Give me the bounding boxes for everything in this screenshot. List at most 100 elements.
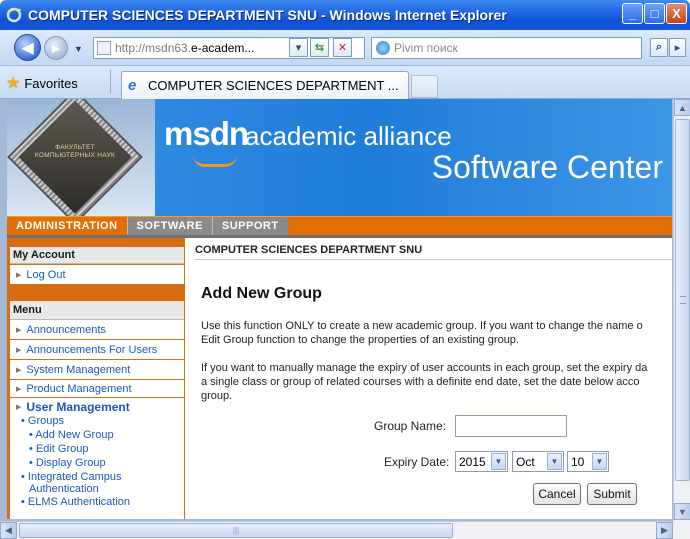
swoosh-icon (193, 155, 237, 167)
stop-button[interactable]: ✕ (333, 38, 352, 57)
refresh-button[interactable]: ⇆ (310, 38, 329, 57)
intro-text-line1: Use this function ONLY to create a new a… (201, 320, 643, 332)
user-management-label: User Management (26, 400, 130, 414)
tab-title: COMPUTER SCIENCES DEPARTMENT ... (148, 78, 399, 93)
web-page: ФАКУЛЬТЕТ КОМПЬЮТЕРНЫХ НАУК msdn academi… (7, 99, 672, 519)
integrated-campus-link-line2[interactable]: Authentication (16, 484, 184, 495)
expiry-date-label: Expiry Date: (384, 455, 450, 469)
add-new-group-link[interactable]: • Add New Group (16, 428, 184, 442)
favorites-button[interactable]: ★ Favorites (6, 73, 78, 93)
favorites-star-icon: ★ (6, 75, 21, 92)
logout-link[interactable]: ▶ Log Out (10, 265, 184, 284)
sidebar-item-system-management[interactable]: ▶ System Management (10, 360, 184, 379)
search-options-button[interactable]: ▸ (669, 38, 686, 57)
scroll-right-button[interactable]: ▶ (656, 522, 673, 539)
bullet-arrow-icon: ▶ (16, 404, 22, 411)
favorites-bar: ★ Favorites e COMPUTER SCIENCES DEPARTME… (0, 66, 690, 99)
expiry-text-line2: a single class or group of related cours… (201, 376, 640, 388)
sidebar-item-user-management[interactable]: ▶ User Management (16, 400, 184, 414)
my-account-header: My Account (10, 247, 184, 264)
tab-support[interactable]: SUPPORT (211, 216, 288, 236)
navigation-bar: ◀ ▶ ▼ http://msdn63. e-academ... ▾ ⇆ ✕ Pi… (0, 30, 690, 66)
integrated-campus-link[interactable]: • Integrated Campus (16, 470, 184, 484)
arrow-up-icon: ▲ (678, 102, 687, 113)
horizontal-scrollbar[interactable]: ◀ ||| ▶ (0, 521, 673, 539)
vertical-scroll-thumb[interactable] (675, 119, 690, 481)
close-button[interactable]: X (666, 3, 687, 24)
history-dropdown-icon[interactable]: ▼ (74, 44, 83, 54)
minimize-button[interactable]: _ (622, 3, 643, 24)
refresh-icon: ⇆ (314, 42, 325, 54)
forward-arrow-icon: ▶ (51, 42, 61, 55)
chevron-down-icon: ▼ (491, 453, 506, 470)
edit-group-link[interactable]: • Edit Group (16, 442, 184, 456)
address-dropdown-button[interactable]: ▾ (289, 38, 308, 57)
day-value: 10 (571, 454, 585, 469)
page-icon (97, 41, 111, 55)
group-name-input[interactable] (455, 415, 567, 437)
bullet-arrow-icon: ▶ (16, 271, 22, 279)
expiry-year-select[interactable]: 2015 ▼ (455, 451, 508, 472)
arrow-left-icon: ◀ (5, 525, 12, 535)
expiry-text-line1: If you want to manually manage the expir… (201, 362, 648, 374)
sidebar-item-label: Product Management (26, 382, 132, 395)
new-tab-button[interactable] (411, 75, 438, 98)
breadcrumb: COMPUTER SCIENCES DEPARTMENT SNU (195, 244, 672, 260)
expiry-month-select[interactable]: Oct ▼ (512, 451, 564, 472)
arrow-down-icon: ▼ (678, 506, 687, 517)
groups-link[interactable]: • Groups (16, 414, 184, 428)
stop-icon: ✕ (337, 42, 348, 54)
bullet-arrow-icon: ▶ (16, 326, 22, 334)
bullet-arrow-icon: ▶ (16, 346, 22, 354)
back-arrow-icon: ◀ (21, 39, 34, 57)
ie-logo-icon (6, 7, 22, 23)
expiry-day-select[interactable]: 10 ▼ (567, 451, 609, 472)
address-host: e-academ... (191, 41, 255, 55)
software-center-text: Software Center (431, 149, 663, 185)
back-button[interactable]: ◀ (14, 34, 41, 61)
grip-icon: ||| (232, 526, 240, 535)
horizontal-scroll-thumb[interactable]: ||| (19, 523, 453, 538)
tab-administration[interactable]: ADMINISTRATION (7, 216, 127, 236)
sidebar: My Account ▶ Log Out Menu ▶ Announcement… (7, 238, 185, 519)
page-title: Add New Group (201, 285, 322, 302)
forward-button[interactable]: ▶ (44, 36, 68, 60)
search-button[interactable]: ⌕ (650, 38, 668, 57)
sidebar-item-label: System Management (26, 363, 131, 376)
chevron-down-icon: ▼ (592, 453, 607, 470)
sidebar-item-label: Announcements (26, 323, 106, 336)
cancel-button[interactable]: Cancel (533, 483, 581, 505)
window-titlebar: COMPUTER SCIENCES DEPARTMENT SNU - Windo… (0, 0, 690, 30)
header-banner: ФАКУЛЬТЕТ КОМПЬЮТЕРНЫХ НАУК msdn academi… (7, 99, 672, 225)
grip-icon (680, 296, 686, 304)
scroll-up-button[interactable]: ▲ (674, 99, 690, 116)
scrollbar-corner (673, 521, 690, 539)
window-title: COMPUTER SCIENCES DEPARTMENT SNU - Windo… (28, 7, 507, 23)
submit-button[interactable]: Submit (587, 483, 637, 505)
tab-active[interactable]: e COMPUTER SCIENCES DEPARTMENT ... (121, 71, 409, 99)
display-group-link[interactable]: • Display Group (16, 456, 184, 470)
vertical-scrollbar[interactable]: ▲ ▼ (673, 99, 690, 521)
year-value: 2015 (459, 454, 486, 469)
bullet-arrow-icon: ▶ (16, 385, 22, 393)
sidebar-item-announcements-for-users[interactable]: ▶ Announcements For Users (10, 340, 184, 359)
logo-text: ФАКУЛЬТЕТ КОМПЬЮТЕРНЫХ НАУК (34, 144, 116, 159)
chevron-down-icon: ▼ (547, 453, 562, 470)
maximize-button[interactable]: □ (644, 3, 665, 24)
scroll-down-button[interactable]: ▼ (674, 503, 690, 520)
sidebar-item-product-management[interactable]: ▶ Product Management (10, 380, 184, 397)
divider (110, 70, 111, 94)
sidebar-item-announcements[interactable]: ▶ Announcements (10, 320, 184, 339)
chevron-down-icon: ▸ (674, 42, 681, 54)
search-provider-icon (376, 41, 390, 55)
scroll-left-button[interactable]: ◀ (0, 522, 17, 539)
search-icon: ⌕ (655, 41, 663, 53)
chevron-down-icon: ▾ (295, 42, 302, 54)
tab-software[interactable]: SOFTWARE (126, 216, 212, 236)
intro-text-line2: Edit Group function to change the proper… (201, 334, 519, 346)
elms-authentication-link[interactable]: • ELMS Authentication (16, 495, 184, 509)
search-input[interactable]: Pivim поиск (371, 37, 642, 59)
logout-label: Log Out (26, 268, 66, 281)
favorites-label: Favorites (24, 75, 78, 91)
menu-header: Menu (10, 301, 184, 320)
